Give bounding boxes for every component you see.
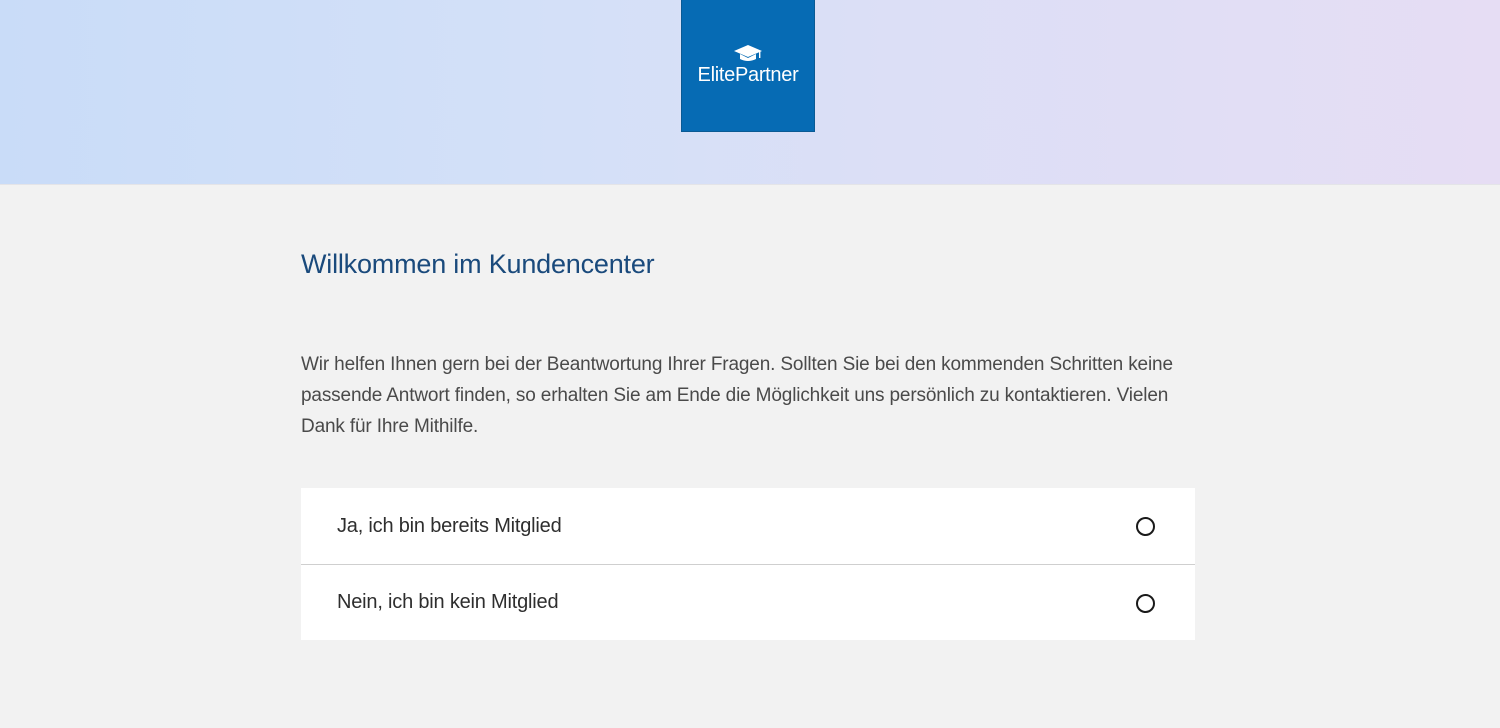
radio-button[interactable] [1136, 593, 1155, 613]
option-not-member[interactable]: Nein, ich bin kein Mitglied [301, 564, 1195, 640]
logo-text: ElitePartner [697, 64, 799, 86]
option-already-member[interactable]: Ja, ich bin bereits Mitglied [301, 488, 1195, 564]
option-label: Nein, ich bin kein Mitglied [337, 591, 559, 613]
page-header: ElitePartner [0, 0, 1500, 185]
elitepartner-logo[interactable]: ElitePartner [681, 0, 815, 132]
membership-options: Ja, ich bin bereits Mitglied Nein, ich b… [301, 488, 1195, 640]
page-title: Willkommen im Kundencenter [301, 249, 655, 279]
radio-button[interactable] [1136, 517, 1155, 536]
intro-text: Wir helfen Ihnen gern bei der Beantwortu… [301, 354, 1173, 437]
option-label: Ja, ich bin bereits Mitglied [337, 514, 562, 537]
graduation-cap-icon [734, 45, 762, 61]
